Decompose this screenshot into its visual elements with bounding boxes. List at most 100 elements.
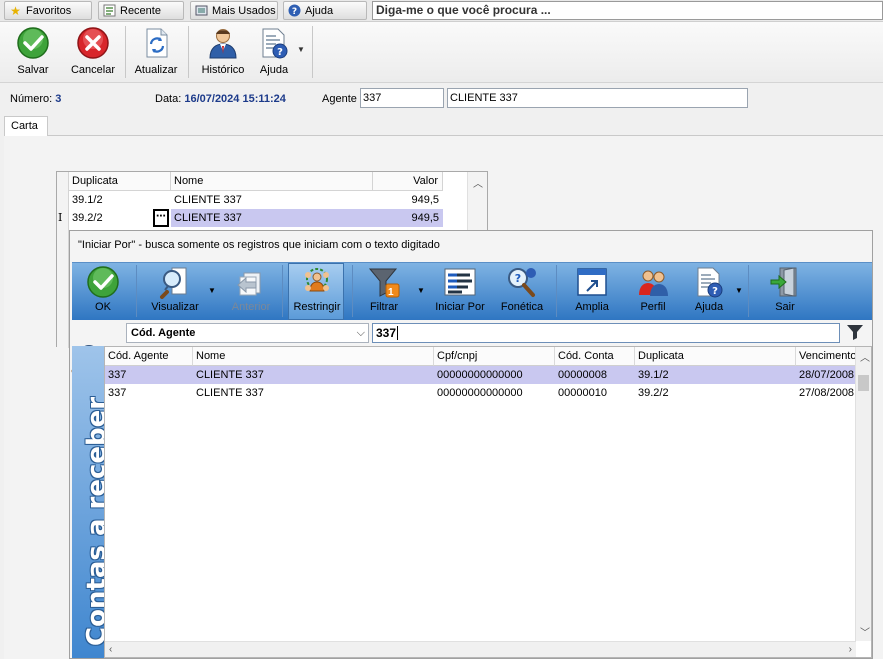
table-row[interactable]: 337 CLIENTE 337 00000000000000 00000008 … (105, 366, 856, 384)
numero-field: Número: 3 (10, 93, 61, 105)
popup-help-dropdown-icon[interactable]: ▼ (735, 286, 743, 295)
star-icon: ★ (10, 3, 21, 18)
column-header-vencimento[interactable]: Vencimento (796, 347, 856, 366)
column-header-nome[interactable]: Nome (193, 347, 434, 366)
maximize-window-icon (577, 268, 607, 296)
tab-carta[interactable]: Carta (4, 116, 48, 136)
table-cell-nome[interactable]: CLIENTE 337 (193, 384, 434, 402)
scroll-up-icon[interactable]: ︿ (473, 175, 483, 190)
scroll-left-icon[interactable]: ‹ (109, 644, 112, 655)
table-cell-cod-conta[interactable]: 00000008 (555, 366, 635, 384)
row-indicator-column (57, 172, 69, 348)
data-label: Data: (155, 93, 182, 105)
popup-toolbar: OK Visualizar ▼ Anterior Restringir 1 Fi… (72, 262, 872, 320)
table-cell-vencimento[interactable]: 28/07/2008 (796, 366, 856, 384)
scroll-up-icon[interactable]: ︿ (860, 349, 870, 364)
numero-value: 3 (55, 93, 62, 105)
visualizar-button[interactable]: Visualizar (148, 265, 202, 319)
tab-ajuda-label: Ajuda (305, 4, 334, 17)
filter-icon (368, 268, 400, 298)
table-cell-cod-agente[interactable]: 337 (105, 384, 193, 402)
column-header-cod-agente[interactable]: Cód. Agente (105, 347, 193, 366)
tab-favoritos[interactable]: ★ Favoritos (4, 1, 92, 20)
table-cell-nome[interactable]: CLIENTE 337 (171, 191, 373, 209)
perfil-button[interactable]: Perfil (636, 265, 670, 319)
agente-label: Agente (322, 93, 357, 105)
tab-mais-usados[interactable]: Mais Usados (190, 1, 278, 20)
column-header-nome[interactable]: Nome (171, 172, 373, 191)
data-field: Data: 16/07/2024 15:11:24 (155, 93, 286, 105)
visualizar-label: Visualizar (151, 301, 199, 313)
column-header-duplicata[interactable]: Duplicata (635, 347, 796, 366)
table-cell-nome[interactable]: CLIENTE 337 (171, 209, 373, 227)
help-icon: ? (288, 4, 301, 17)
table-row[interactable]: 337 CLIENTE 337 00000000000000 00000010 … (105, 384, 856, 402)
filtrar-label: Filtrar (369, 301, 399, 313)
popup-hint-text: "Iniciar Por" - busca somente os registr… (78, 239, 440, 251)
history-button[interactable]: Histórico (199, 26, 247, 80)
search-popup: "Iniciar Por" - busca somente os registr… (69, 230, 873, 659)
tab-recente[interactable]: Recente (98, 1, 184, 20)
ellipsis-button[interactable]: ⋯ (153, 209, 169, 227)
filter-icon[interactable] (846, 323, 864, 341)
column-header-cod-conta[interactable]: Cód. Conta (555, 347, 635, 366)
search-field-select[interactable]: Cód. Agente ⌵ (126, 323, 369, 343)
toolbar-divider (188, 26, 189, 78)
anterior-button[interactable]: Anterior (226, 265, 276, 319)
visualizar-dropdown-icon[interactable]: ▼ (208, 286, 216, 295)
horizontal-scrollbar[interactable]: ‹ › (105, 641, 856, 657)
cancel-button[interactable]: Cancelar (68, 26, 118, 80)
table-cell-duplicata[interactable]: 39.1/2 (635, 366, 796, 384)
scroll-down-icon[interactable]: ﹀ (860, 624, 870, 639)
fonetica-button[interactable]: ? Fonética (498, 265, 546, 319)
refresh-label: Atualizar (134, 64, 178, 76)
amplia-button[interactable]: Amplia (572, 265, 612, 319)
iniciar-por-button[interactable]: Iniciar Por (432, 265, 488, 319)
help-label: Ajuda (259, 64, 289, 76)
table-cell-valor[interactable]: 949,5 (373, 191, 443, 209)
save-button[interactable]: Salvar (12, 26, 54, 80)
table-cell-nome[interactable]: CLIENTE 337 (193, 366, 434, 384)
user-history-icon (209, 29, 237, 59)
tab-recente-label: Recente (120, 4, 161, 17)
filtrar-button[interactable]: 1 Filtrar (364, 265, 404, 319)
table-cell-vencimento[interactable]: 27/08/2008 (796, 384, 856, 402)
search-input[interactable]: Diga-me o que você procura ... (372, 1, 883, 20)
text-caret (397, 326, 399, 340)
table-cell-cod-conta[interactable]: 00000010 (555, 384, 635, 402)
ok-button[interactable]: OK (86, 265, 120, 319)
table-cell-valor[interactable]: 949,5 (373, 209, 443, 227)
filtrar-dropdown-icon[interactable]: ▼ (417, 286, 425, 295)
svg-text:?: ? (292, 7, 297, 17)
numero-label: Número: (10, 93, 53, 105)
refresh-button[interactable]: Atualizar (132, 26, 180, 80)
restringir-button[interactable]: Restringir (292, 265, 342, 319)
data-value: 16/07/2024 15:11:24 (184, 93, 286, 105)
column-header-duplicata[interactable]: Duplicata (69, 172, 171, 191)
search-value-input[interactable]: 337 (372, 323, 840, 343)
scroll-thumb[interactable] (858, 375, 869, 391)
table-cell-cpf[interactable]: 00000000000000 (434, 366, 555, 384)
vertical-scrollbar[interactable]: ︿ ﹀ (855, 347, 871, 641)
column-header-cpf[interactable]: Cpf/cnpj (434, 347, 555, 366)
agente-name-input[interactable]: CLIENTE 337 (447, 88, 748, 108)
filter-row: Cód. Agente ⌵ 337 (104, 322, 872, 344)
help-document-icon: ? (262, 28, 288, 59)
help-button[interactable]: ? Ajuda (254, 26, 294, 80)
table-cell-cod-agente[interactable]: 337 (105, 366, 193, 384)
restrict-users-icon (305, 268, 329, 292)
popup-help-button[interactable]: ? Ajuda (692, 265, 726, 319)
table-cell-duplicata[interactable]: 39.1/2 (69, 191, 171, 209)
tab-ajuda[interactable]: ? Ajuda (283, 1, 367, 20)
history-label: Histórico (201, 64, 245, 76)
scroll-right-icon[interactable]: › (849, 644, 852, 655)
table-cell-cpf[interactable]: 00000000000000 (434, 384, 555, 402)
svg-text:?: ? (277, 47, 283, 58)
agente-code-input[interactable]: 337 (360, 88, 444, 108)
check-icon (87, 266, 119, 298)
close-icon (77, 27, 109, 59)
sair-button[interactable]: Sair (768, 265, 802, 319)
table-cell-duplicata[interactable]: 39.2/2 (635, 384, 796, 402)
help-dropdown-icon[interactable]: ▼ (297, 45, 305, 54)
column-header-valor[interactable]: Valor (373, 172, 443, 191)
